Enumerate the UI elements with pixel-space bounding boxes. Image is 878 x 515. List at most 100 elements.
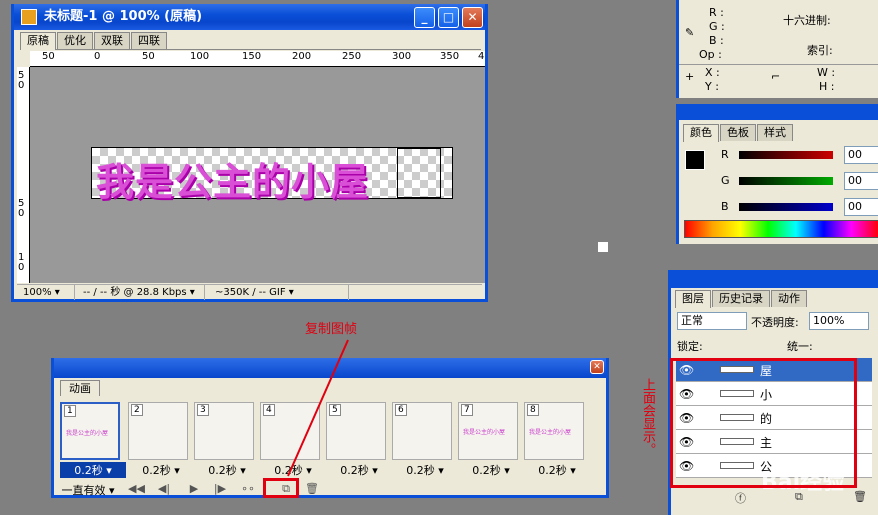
size-value: ~350K / -- GIF <box>215 287 286 298</box>
annotation-copy-frame: 复制图帧 <box>305 322 358 337</box>
channel-b-label: B <box>721 200 729 213</box>
frame-delay[interactable]: 0.2秒 ▾ <box>524 462 590 478</box>
channel-r-label: R <box>721 148 729 161</box>
frame-number: 6 <box>395 404 407 416</box>
animation-frame[interactable]: 2 0.2秒 ▾ <box>128 402 188 477</box>
green-slider[interactable] <box>739 177 833 185</box>
frame-delay[interactable]: 0.2秒 ▾ <box>458 462 524 478</box>
annotation-side-note: 上面会显示。 <box>640 378 655 456</box>
green-value[interactable]: 00 <box>844 172 878 190</box>
tab-4up[interactable]: 四联 <box>131 32 167 49</box>
frame-delay[interactable]: 0.2秒 ▾ <box>60 462 126 478</box>
layers-tabs: 图层 历史记录 动作 <box>675 290 808 308</box>
tab-animation[interactable]: 动画 <box>60 380 100 396</box>
frame-number: 2 <box>131 404 143 416</box>
size-select[interactable]: ~350K / -- GIF ▾ <box>209 285 349 300</box>
animation-frame[interactable]: 1 我是公主的小屋 0.2秒 ▾ <box>60 402 126 478</box>
ruler-label: 50 <box>42 51 55 62</box>
red-value[interactable]: 00 <box>844 146 878 164</box>
zoom-select[interactable]: 100% ▾ <box>17 285 75 300</box>
channel-g-label: G <box>721 174 730 187</box>
tab-2up[interactable]: 双联 <box>94 32 130 49</box>
tween-icon[interactable]: ∘∘ <box>240 482 256 496</box>
tab-color[interactable]: 颜色 <box>683 124 719 142</box>
size-icon: ⌐ <box>771 70 781 83</box>
frame-delay-value: 0.2秒 <box>142 464 171 477</box>
index-label: 索引: <box>807 44 833 57</box>
ruler-label: 350 <box>440 51 460 62</box>
document-status-bar: 100% ▾ -- / -- 秒 @ 28.8 Kbps ▾ ~350K / -… <box>17 284 482 300</box>
frame-delay-value: 0.2秒 <box>208 464 237 477</box>
animation-frame[interactable]: 6 0.2秒 ▾ <box>392 402 452 477</box>
ruler-label: 150 <box>242 51 262 62</box>
color-spectrum[interactable] <box>684 220 878 238</box>
color-panel: 颜色 色板 样式 R 00 G 00 B 00 <box>676 104 878 244</box>
info-r-label: R : <box>709 6 724 19</box>
ruler-label: 5 <box>18 198 25 209</box>
first-frame-icon[interactable]: ◀◀ <box>128 482 145 496</box>
ruler-label: 0 <box>18 262 25 273</box>
speed-select[interactable]: -- / -- 秒 @ 28.8 Kbps ▾ <box>77 285 205 300</box>
play-icon[interactable]: ▶ <box>186 482 202 496</box>
blue-value-text: 00 <box>848 200 862 213</box>
info-b-label: B : <box>709 34 724 47</box>
prev-frame-icon[interactable]: ◀| <box>156 482 172 496</box>
annotation-arrow <box>287 339 349 477</box>
frame-number: 1 <box>64 405 76 417</box>
frame-delay[interactable]: 0.2秒 ▾ <box>128 462 194 478</box>
opacity-input[interactable]: 100% <box>809 312 869 330</box>
frame-delay-value: 0.2秒 <box>406 464 435 477</box>
document-title-bar[interactable]: 未标题-1 @ 100% (原稿) _ □ ✕ <box>14 4 485 30</box>
tab-swatches[interactable]: 色板 <box>720 124 756 141</box>
next-frame-icon[interactable]: |▶ <box>212 482 228 496</box>
animation-frame[interactable]: 7 我是公主的小屋 0.2秒 ▾ <box>458 402 518 477</box>
selection-box[interactable] <box>397 148 441 198</box>
frame-delay-value: 0.2秒 <box>74 464 103 477</box>
red-slider[interactable] <box>739 151 833 159</box>
maximize-button[interactable]: □ <box>438 7 459 28</box>
loop-select[interactable]: 一直有效 ▾ <box>56 482 120 497</box>
ruler-label: 400 <box>478 51 485 62</box>
ruler-label: 50 <box>142 51 155 62</box>
ruler-label: 0 <box>18 208 25 219</box>
tab-original[interactable]: 原稿 <box>20 32 56 50</box>
color-tabs: 颜色 色板 样式 <box>683 124 794 142</box>
view-tabs: 原稿 优化 双联 四联 <box>20 32 481 50</box>
unify-label: 统一: <box>787 340 813 353</box>
ruler-label: 0 <box>18 80 25 91</box>
ruler-label: 100 <box>190 51 210 62</box>
frame-number: 3 <box>197 404 209 416</box>
fx-icon[interactable]: ⓕ <box>735 490 746 506</box>
tab-styles[interactable]: 样式 <box>757 124 793 141</box>
blend-mode-select[interactable]: 正常 <box>677 312 747 330</box>
animation-frame[interactable]: 8 我是公主的小屋 0.2秒 ▾ <box>524 402 584 477</box>
minimize-button[interactable]: _ <box>414 7 435 28</box>
panel-close-button[interactable]: ✕ <box>590 360 604 374</box>
tab-actions[interactable]: 动作 <box>771 290 807 307</box>
animation-frame[interactable]: 3 0.2秒 ▾ <box>194 402 254 477</box>
foreground-color-swatch[interactable] <box>685 150 705 170</box>
frame-thumbnail: 我是公主的小屋 <box>529 429 572 436</box>
canvas-area[interactable]: 我是公主的小屋 <box>30 67 485 283</box>
info-h-label: H : <box>819 80 835 93</box>
frame-delay[interactable]: 0.2秒 ▾ <box>194 462 260 478</box>
blue-value[interactable]: 00 <box>844 198 878 216</box>
tab-layers[interactable]: 图层 <box>675 290 711 308</box>
loop-value: 一直有效 <box>61 484 106 497</box>
ruler-label: 1 <box>18 252 25 263</box>
close-button[interactable]: ✕ <box>462 7 483 28</box>
blend-mode-value: 正常 <box>681 314 703 327</box>
crosshair-icon: + <box>685 70 695 83</box>
image-canvas[interactable]: 我是公主的小屋 <box>91 147 453 204</box>
tab-history[interactable]: 历史记录 <box>712 290 770 307</box>
blue-slider[interactable] <box>739 203 833 211</box>
image-text: 我是公主的小屋 <box>96 159 370 204</box>
hex-label: 十六进制: <box>783 14 831 27</box>
ruler-label: 300 <box>392 51 412 62</box>
delete-layer-icon[interactable]: 🗑 <box>853 490 867 503</box>
document-title: 未标题-1 @ 100% (原稿) <box>44 9 203 24</box>
frame-delay[interactable]: 0.2秒 ▾ <box>392 462 458 478</box>
lock-label: 锁定: <box>677 340 703 353</box>
tab-optimized[interactable]: 优化 <box>57 32 93 49</box>
vertical-ruler: 5 0 5 0 1 0 <box>17 67 30 283</box>
